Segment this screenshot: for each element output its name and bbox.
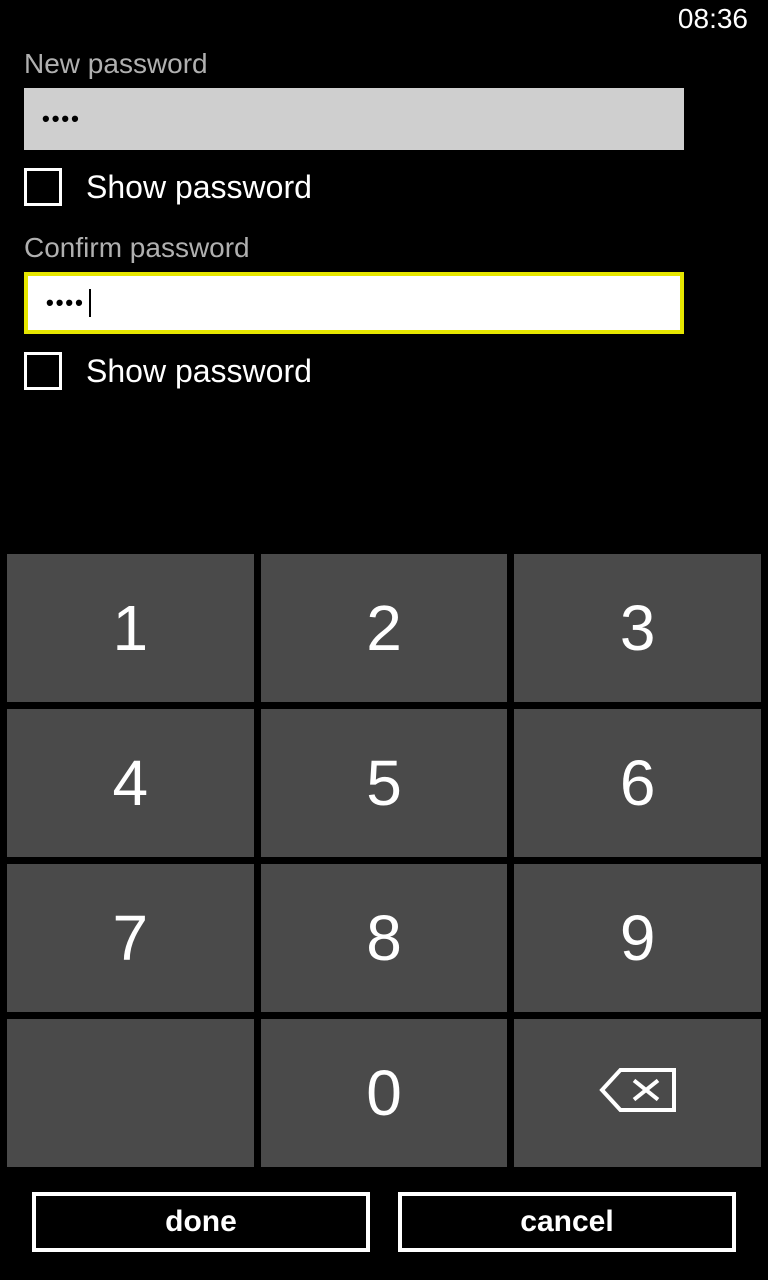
keypad-key-9[interactable]: 9 [514,864,761,1012]
confirm-password-label: Confirm password [24,232,744,264]
confirm-password-show-label: Show password [86,353,312,390]
numeric-keypad: 1 2 3 4 5 6 7 8 9 0 [0,547,768,1174]
keypad-key-8[interactable]: 8 [261,864,508,1012]
footer-buttons: done cancel [0,1174,768,1280]
confirm-password-input[interactable]: •••• [24,272,684,334]
confirm-password-block: Confirm password •••• Show password [24,232,744,390]
new-password-input[interactable]: •••• [24,88,684,150]
keypad-key-3[interactable]: 3 [514,554,761,702]
new-password-block: New password •••• Show password [24,48,744,206]
new-password-label: New password [24,48,744,80]
keypad-key-4[interactable]: 4 [7,709,254,857]
text-cursor-icon [89,289,91,317]
new-password-value: •••• [42,108,81,130]
keypad-key-1[interactable]: 1 [7,554,254,702]
keypad-key-6[interactable]: 6 [514,709,761,857]
keypad-key-0[interactable]: 0 [261,1019,508,1167]
keypad-key-2[interactable]: 2 [261,554,508,702]
status-bar: 08:36 [0,0,768,38]
new-password-show-row[interactable]: Show password [24,168,744,206]
keypad-area: 1 2 3 4 5 6 7 8 9 0 done cancel [0,547,768,1280]
keypad-key-7[interactable]: 7 [7,864,254,1012]
new-password-show-label: Show password [86,169,312,206]
clock-time: 08:36 [678,3,748,35]
keypad-key-5[interactable]: 5 [261,709,508,857]
password-form: New password •••• Show password Confirm … [0,38,768,390]
confirm-password-show-row[interactable]: Show password [24,352,744,390]
checkbox-icon[interactable] [24,168,62,206]
backspace-icon [598,1056,678,1130]
keypad-key-backspace[interactable] [514,1019,761,1167]
keypad-key-blank [7,1019,254,1167]
done-button[interactable]: done [32,1192,370,1252]
cancel-button[interactable]: cancel [398,1192,736,1252]
checkbox-icon[interactable] [24,352,62,390]
confirm-password-value: •••• [46,292,85,314]
